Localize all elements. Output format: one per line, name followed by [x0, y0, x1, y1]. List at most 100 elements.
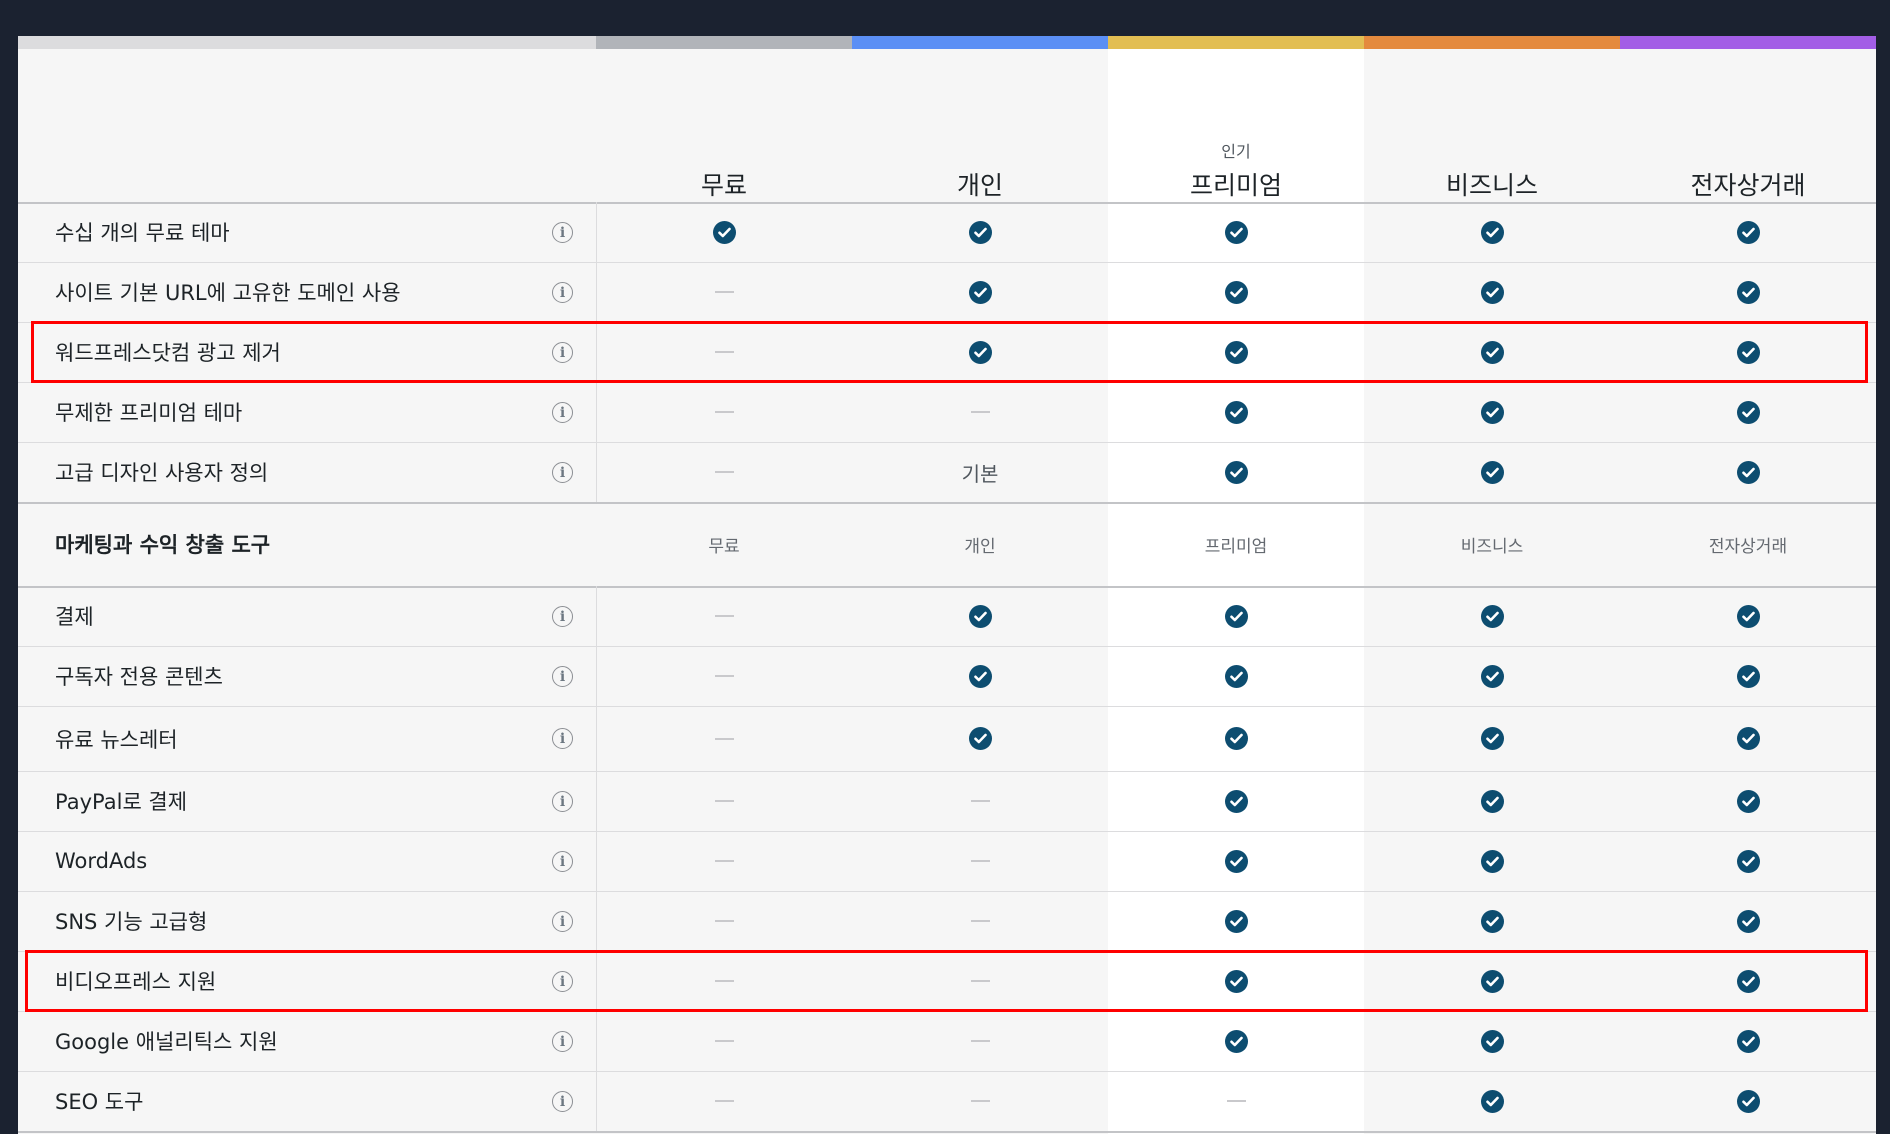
feature-row: Google 애널리틱스 지원 i	[18, 1011, 1876, 1071]
check-circle-icon	[1224, 280, 1248, 304]
check-circle-icon	[1736, 340, 1760, 364]
info-icon[interactable]: i	[552, 911, 573, 932]
cell-business	[1364, 706, 1620, 771]
section-column-ecommerce: 전자상거래	[1620, 502, 1876, 586]
check-circle-icon	[1224, 909, 1248, 933]
row-divider	[18, 706, 1876, 707]
cell-business	[1364, 262, 1620, 322]
check-circle-icon	[1480, 789, 1504, 813]
cell-premium	[1108, 951, 1364, 1011]
cell-premium	[1108, 1071, 1364, 1131]
feature-label: 비디오프레스 지원	[55, 970, 217, 994]
info-icon[interactable]: i	[552, 222, 573, 243]
feature-row: 수십 개의 무료 테마 i	[18, 202, 1876, 262]
cell-personal	[852, 382, 1108, 442]
cell-ecommerce	[1620, 891, 1876, 951]
check-circle-icon	[1480, 969, 1504, 993]
cell-premium	[1108, 706, 1364, 771]
info-icon[interactable]: i	[552, 1031, 573, 1052]
cell-ecommerce	[1620, 706, 1876, 771]
check-circle-icon	[1736, 969, 1760, 993]
info-icon[interactable]: i	[552, 282, 573, 303]
check-circle-icon	[1480, 849, 1504, 873]
feature-row: WordAds i	[18, 831, 1876, 891]
cell-free	[596, 951, 852, 1011]
cell-ecommerce	[1620, 586, 1876, 646]
row-divider	[18, 891, 1876, 892]
info-icon[interactable]: i	[552, 791, 573, 812]
check-circle-icon	[1480, 1029, 1504, 1053]
dash-icon	[1226, 1100, 1246, 1102]
cell-premium	[1108, 1011, 1364, 1071]
row-divider	[18, 442, 1876, 443]
cell-business	[1364, 831, 1620, 891]
plan-name-free: 무료	[700, 171, 747, 200]
column-divider	[596, 202, 597, 502]
info-icon[interactable]: i	[552, 1091, 573, 1112]
cell-free	[596, 1011, 852, 1071]
check-circle-icon	[1480, 280, 1504, 304]
check-circle-icon	[1224, 340, 1248, 364]
feature-label: Google 애널리틱스 지원	[55, 1030, 278, 1054]
info-icon[interactable]: i	[552, 666, 573, 687]
cell-business	[1364, 382, 1620, 442]
check-circle-icon	[1224, 220, 1248, 244]
feature-value-text: 기본	[961, 461, 999, 486]
row-divider	[18, 951, 1876, 952]
cell-personal	[852, 951, 1108, 1011]
cell-free	[596, 706, 852, 771]
dash-icon	[970, 860, 990, 862]
dash-icon	[970, 1100, 990, 1102]
check-circle-icon	[1224, 1029, 1248, 1053]
cell-free	[596, 586, 852, 646]
check-circle-icon	[1224, 849, 1248, 873]
info-icon[interactable]: i	[552, 462, 573, 483]
cell-premium	[1108, 262, 1364, 322]
cell-free	[596, 262, 852, 322]
cell-free	[596, 831, 852, 891]
check-circle-icon	[968, 340, 992, 364]
cell-business	[1364, 771, 1620, 831]
cell-premium	[1108, 322, 1364, 382]
cell-business	[1364, 1071, 1620, 1131]
info-icon[interactable]: i	[552, 606, 573, 627]
info-icon[interactable]: i	[552, 851, 573, 872]
feature-label: 유료 뉴스레터	[55, 727, 178, 752]
feature-label: WordAds	[55, 849, 148, 873]
cell-personal	[852, 586, 1108, 646]
cell-premium	[1108, 442, 1364, 502]
check-circle-icon	[1736, 789, 1760, 813]
cell-personal	[852, 202, 1108, 262]
row-divider	[18, 1011, 1876, 1012]
info-icon[interactable]: i	[552, 971, 573, 992]
header-bar-label-column	[18, 36, 596, 49]
column-divider	[596, 586, 597, 1131]
feature-row: 사이트 기본 URL에 고유한 도메인 사용 i	[18, 262, 1876, 322]
cell-business	[1364, 586, 1620, 646]
info-icon[interactable]: i	[552, 342, 573, 363]
check-circle-icon	[1480, 1089, 1504, 1113]
cell-business	[1364, 646, 1620, 706]
cell-ecommerce	[1620, 646, 1876, 706]
section-header: 마케팅과 수익 창출 도구 무료 개인 프리미엄 비즈니스 전자상거래	[18, 502, 1876, 586]
feature-row: 고급 디자인 사용자 정의 i 기본	[18, 442, 1876, 502]
check-circle-icon	[1736, 400, 1760, 424]
row-divider	[18, 646, 1876, 647]
cell-ecommerce	[1620, 831, 1876, 891]
info-icon[interactable]: i	[552, 728, 573, 749]
row-divider	[18, 1131, 1876, 1133]
plan-color-bar-ecommerce	[1620, 36, 1876, 49]
check-circle-icon	[1224, 604, 1248, 628]
cell-personal	[852, 891, 1108, 951]
dash-icon	[970, 800, 990, 802]
feature-label: 워드프레스닷컴 광고 제거	[55, 341, 281, 365]
row-divider	[18, 322, 1876, 323]
dash-icon	[714, 800, 734, 802]
check-circle-icon	[1224, 789, 1248, 813]
section-column-label: 무료	[708, 536, 740, 557]
check-circle-icon	[968, 727, 992, 750]
cell-premium	[1108, 771, 1364, 831]
dash-icon	[714, 675, 734, 677]
info-icon[interactable]: i	[552, 402, 573, 423]
check-circle-icon	[968, 280, 992, 304]
